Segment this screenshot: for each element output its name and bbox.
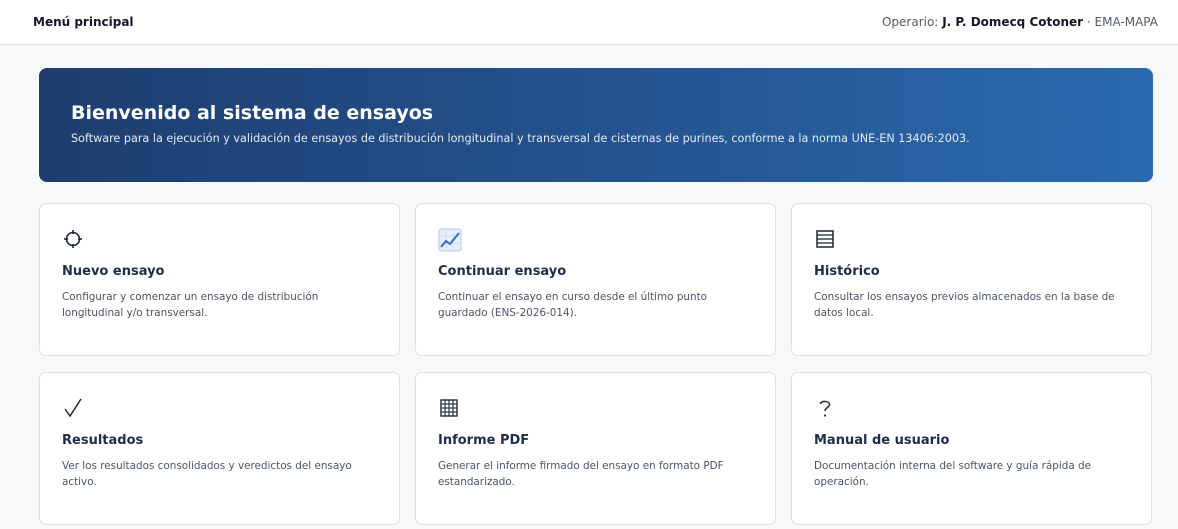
checkmark-icon (62, 397, 88, 421)
welcome-banner: Bienvenido al sistema de ensayos Softwar… (39, 68, 1153, 182)
card-title: Informe PDF (438, 433, 530, 448)
list-icon (814, 228, 840, 252)
operator-name: J. P. Domecq Cotoner (942, 15, 1084, 29)
card-title: Histórico (814, 264, 880, 279)
card-description: Consultar los ensayos previos almacenado… (814, 291, 1115, 319)
page-title: Menú principal (33, 15, 134, 29)
grid-icon (438, 397, 464, 421)
banner-subtitle: Software para la ejecución y validación … (71, 132, 970, 145)
card-title: Nuevo ensayo (62, 264, 165, 279)
card-description: Ver los resultados consolidados y veredi… (62, 460, 352, 488)
menu-grid: Nuevo ensayo Configurar y comenzar un en… (39, 203, 1152, 525)
question-icon (814, 397, 840, 421)
operator-org: · EMA-MAPA (1086, 15, 1158, 29)
operator-info: Operario: J. P. Domecq Cotoner · EMA-MAP… (882, 15, 1158, 29)
card-description: Continuar el ensayo en curso desde el úl… (438, 291, 708, 319)
card-title: Resultados (62, 433, 144, 448)
card-description: Configurar y comenzar un ensayo de distr… (62, 291, 319, 319)
card-description: Documentación interna del software y guí… (814, 460, 1091, 488)
card-resultados[interactable]: Resultados Ver los resultados consolidad… (39, 372, 400, 525)
banner-title: Bienvenido al sistema de ensayos (71, 102, 434, 124)
card-nuevo-ensayo[interactable]: Nuevo ensayo Configurar y comenzar un en… (39, 203, 400, 356)
card-manual-usuario[interactable]: Manual de usuario Documentación interna … (791, 372, 1152, 525)
card-description: Generar el informe firmado del ensayo en… (438, 460, 724, 488)
card-title: Continuar ensayo (438, 264, 567, 279)
card-informe-pdf[interactable]: Informe PDF Generar el informe firmado d… (415, 372, 776, 525)
crosshair-icon (62, 228, 88, 252)
operator-label: Operario: (881, 15, 939, 29)
card-title: Manual de usuario (814, 433, 950, 448)
top-bar: Menú principal Operario: J. P. Domecq Co… (0, 0, 1178, 45)
chart-increasing-icon (438, 228, 464, 252)
card-continuar-ensayo[interactable]: Continuar ensayo Continuar el ensayo en … (415, 203, 776, 356)
card-historico[interactable]: Histórico Consultar los ensayos previos … (791, 203, 1152, 356)
